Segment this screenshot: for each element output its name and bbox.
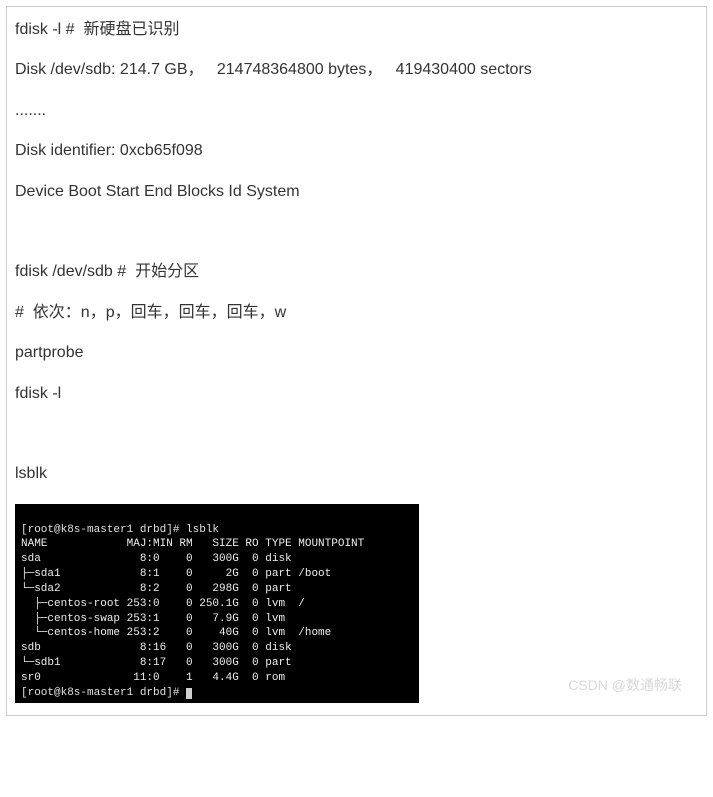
disk-info-line: Disk /dev/sdb: 214.7 GB， 214748364800 by… [15,59,698,81]
terminal-output: [root@k8s-master1 drbd]# lsblk NAME MAJ:… [15,504,419,703]
cmd-partprobe: partprobe [15,342,698,364]
device-header-line: Device Boot Start End Blocks Id System [15,181,698,203]
terminal-row: ├─centos-swap 253:1 0 7.9G 0 lvm [21,613,285,625]
terminal-row: ├─centos-root 253:0 0 250.1G 0 lvm / [21,598,305,610]
terminal-row: └─sda2 8:2 0 298G 0 part [21,583,292,595]
cmd-fdisk-l-again: fdisk -l [15,383,698,405]
terminal-row: sda 8:0 0 300G 0 disk [21,553,292,565]
terminal-row: sr0 11:0 1 4.4G 0 rom [21,672,285,684]
watermark-text: CSDN @数通畅联 [568,675,682,695]
terminal-row: └─sdb1 8:17 0 300G 0 part [21,657,292,669]
cmd-fdisk-list: fdisk -l # 新硬盘已识别 [15,19,698,41]
blank-gap2 [15,423,698,445]
page: fdisk -l # 新硬盘已识别 Disk /dev/sdb: 214.7 G… [0,0,713,722]
blank-gap [15,221,698,243]
ellipsis-line: ....... [15,100,698,122]
terminal-prompt-1: [root@k8s-master1 drbd]# lsblk [21,524,219,536]
terminal-row: sdb 8:16 0 300G 0 disk [21,642,292,654]
content-frame: fdisk -l # 新硬盘已识别 Disk /dev/sdb: 214.7 G… [6,6,707,716]
cmd-fdisk-partition: fdisk /dev/sdb # 开始分区 [15,261,698,283]
terminal-row: ├─sda1 8:1 0 2G 0 part /boot [21,568,331,580]
cmd-lsblk: lsblk [15,463,698,485]
terminal-prompt-2: [root@k8s-master1 drbd]# [21,687,186,699]
terminal-row: └─centos-home 253:2 0 40G 0 lvm /home [21,627,331,639]
cmd-sequence-comment: # 依次：n，p，回车，回车，回车，w [15,302,698,324]
terminal-cursor-icon [186,688,192,699]
disk-identifier-line: Disk identifier: 0xcb65f098 [15,140,698,162]
terminal-header: NAME MAJ:MIN RM SIZE RO TYPE MOUNTPOINT [21,538,364,550]
